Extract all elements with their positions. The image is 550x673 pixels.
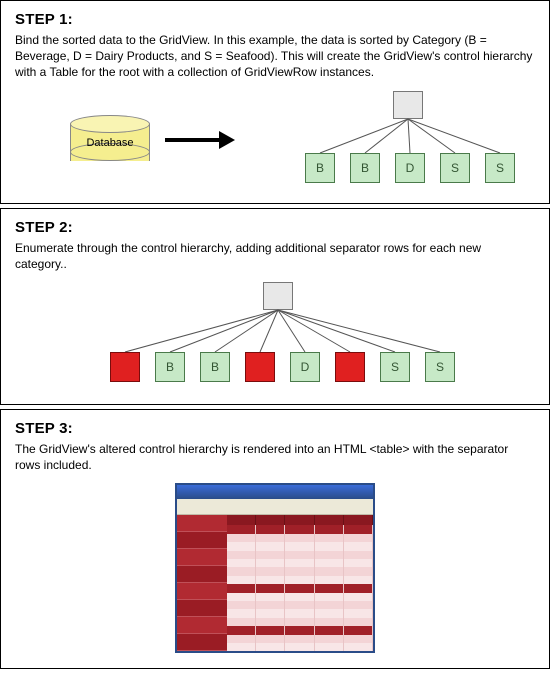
- table-header: [227, 515, 373, 525]
- step-3-panel: STEP 3: The GridView's altered control h…: [0, 409, 550, 669]
- separator-box: [110, 352, 140, 382]
- table-row: [227, 643, 373, 651]
- step-2-diagram: B B D S S: [15, 282, 535, 392]
- step-1-text: Bind the sorted data to the GridView. In…: [15, 32, 535, 81]
- table-row: [227, 525, 373, 533]
- row-box: B: [200, 352, 230, 382]
- table-preview: [227, 515, 373, 651]
- row-box: B: [350, 153, 380, 183]
- browser-window-preview: [175, 483, 375, 653]
- row-box: B: [305, 153, 335, 183]
- step-3-title: STEP 3:: [15, 420, 535, 437]
- step-3-text: The GridView's altered control hierarchy…: [15, 441, 535, 473]
- window-toolbar: [177, 499, 373, 515]
- table-row: [227, 559, 373, 567]
- step-1-panel: STEP 1: Bind the sorted data to the Grid…: [0, 0, 550, 204]
- step-2-text: Enumerate through the control hierarchy,…: [15, 240, 535, 272]
- table-row: [227, 584, 373, 592]
- sidebar-preview: [177, 515, 227, 651]
- arrow-icon: [165, 131, 235, 149]
- table-row: [227, 567, 373, 575]
- window-titlebar: [177, 485, 373, 499]
- table-row: [227, 601, 373, 609]
- separator-box: [335, 352, 365, 382]
- step-1-title: STEP 1:: [15, 11, 535, 28]
- row-box: D: [395, 153, 425, 183]
- step-2-title: STEP 2:: [15, 219, 535, 236]
- separator-box: [245, 352, 275, 382]
- step-2-panel: STEP 2: Enumerate through the control hi…: [0, 208, 550, 405]
- table-row: [227, 609, 373, 617]
- row-box: S: [485, 153, 515, 183]
- row-box: S: [440, 153, 470, 183]
- row-box: S: [380, 352, 410, 382]
- table-row: [227, 576, 373, 584]
- database-icon: Database: [70, 115, 150, 161]
- step-1-diagram: Database B B D S S: [15, 91, 535, 191]
- table-row: [227, 626, 373, 634]
- table-row: [227, 542, 373, 550]
- database-label: Database: [70, 137, 150, 149]
- row-box: B: [155, 352, 185, 382]
- table-row: [227, 618, 373, 626]
- row-box: D: [290, 352, 320, 382]
- table-row: [227, 534, 373, 542]
- row-box: S: [425, 352, 455, 382]
- table-row: [227, 635, 373, 643]
- table-row: [227, 551, 373, 559]
- tree-root: [393, 91, 423, 119]
- step-3-preview-wrap: [15, 483, 535, 656]
- tree-root: [263, 282, 293, 310]
